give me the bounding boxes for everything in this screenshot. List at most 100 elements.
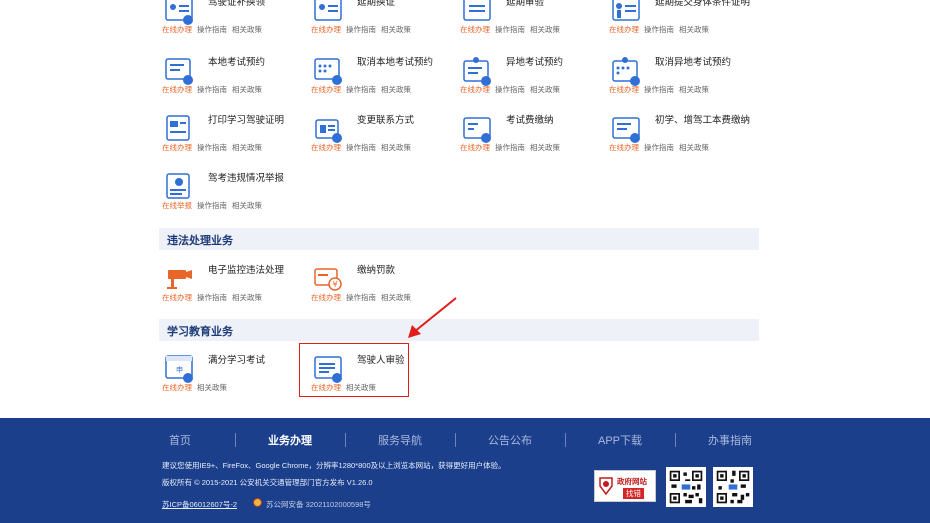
- service-item-report[interactable]: 驾考违规情况举报 在线举报 操作指南 相关政策: [162, 168, 312, 218]
- policy-link[interactable]: 相关政策: [530, 85, 560, 94]
- policy-link[interactable]: 相关政策: [530, 25, 560, 34]
- section-title: 学习教育业务: [167, 326, 233, 338]
- service-name: 电子监控违法处理: [208, 265, 285, 276]
- policy-link[interactable]: 相关政策: [232, 25, 262, 34]
- policy-link[interactable]: 相关政策: [232, 293, 262, 302]
- online-handle-link[interactable]: 在线办理: [311, 85, 341, 94]
- online-handle-link[interactable]: 在线办理: [460, 25, 490, 34]
- online-handle-link[interactable]: 在线办理: [311, 293, 341, 302]
- service-item-local-exam[interactable]: 本地考试预约 在线办理 操作指南 相关政策: [162, 52, 312, 102]
- policy-link[interactable]: 相关政策: [679, 25, 709, 34]
- service-name: 本地考试预约: [208, 57, 266, 68]
- service-name: 驾驶证补换领: [208, 0, 266, 8]
- online-handle-link[interactable]: 在线办理: [609, 143, 639, 152]
- guide-link[interactable]: 操作指南: [197, 25, 227, 34]
- guide-link[interactable]: 操作指南: [197, 201, 227, 210]
- cost-fee-icon: [612, 117, 640, 143]
- browser-notice: 建议您使用IE9+、FireFox、Google Chrome，分辨率1280*…: [162, 461, 506, 470]
- svg-text:申: 申: [176, 365, 183, 374]
- service-item-cancel-local[interactable]: 取消本地考试预约 在线办理 操作指南 相关政策: [311, 52, 461, 102]
- service-name: 考试费缴纳: [506, 115, 554, 126]
- footer-nav-app-download[interactable]: APP下载: [565, 432, 675, 448]
- policy-link[interactable]: 相关政策: [530, 143, 560, 152]
- guide-link[interactable]: 操作指南: [495, 143, 525, 152]
- policy-link[interactable]: 相关政策: [381, 85, 411, 94]
- online-handle-link[interactable]: 在线办理: [609, 85, 639, 94]
- service-content: 驾驶证补换领 在线办理 操作指南 相关政策 延期换证 在线办理 操作指南 相关政策 延期…: [0, 0, 930, 418]
- guide-link[interactable]: 操作指南: [197, 143, 227, 152]
- policy-link[interactable]: 相关政策: [679, 85, 709, 94]
- footer-nav-guide[interactable]: 办事指南: [675, 432, 785, 448]
- online-handle-link[interactable]: 在线办理: [311, 143, 341, 152]
- service-item-review-delay[interactable]: 延期审验 在线办理 操作指南 相关政策: [460, 0, 610, 42]
- gov-badge-action: 找错: [623, 488, 644, 499]
- service-item-renew[interactable]: 延期换证 在线办理 操作指南 相关政策: [311, 0, 461, 42]
- driver-license-icon: [165, 0, 193, 25]
- service-item-contact-change[interactable]: 变更联系方式 在线办理 操作指南 相关政策: [311, 110, 461, 160]
- icp-link[interactable]: 苏ICP备06012607号-2: [162, 499, 237, 510]
- guide-link[interactable]: 操作指南: [644, 85, 674, 94]
- footer-nav-announcement[interactable]: 公告公布: [455, 432, 565, 448]
- guide-link[interactable]: 操作指南: [346, 143, 376, 152]
- service-item-cost-fee[interactable]: 初学、增驾工本费缴纳 在线办理 操作指南 相关政策: [609, 110, 759, 160]
- exam-booking-icon: [165, 58, 193, 85]
- guide-link[interactable]: 操作指南: [197, 85, 227, 94]
- online-handle-link[interactable]: 在线办理: [162, 293, 192, 302]
- policy-link[interactable]: 相关政策: [381, 25, 411, 34]
- exam-fee-icon: [463, 117, 491, 143]
- remote-exam-icon: [463, 57, 491, 86]
- guide-link[interactable]: 操作指南: [495, 85, 525, 94]
- policy-link[interactable]: 相关政策: [679, 143, 709, 152]
- footer-nav-business[interactable]: 业务办理: [235, 432, 345, 448]
- policy-link[interactable]: 相关政策: [197, 383, 227, 392]
- online-handle-link[interactable]: 在线办理: [162, 143, 192, 152]
- service-name: 驾考违规情况举报: [208, 173, 285, 184]
- gov-site-error-badge[interactable]: 政府网站 找错: [594, 470, 656, 502]
- policy-link[interactable]: 相关政策: [232, 143, 262, 152]
- policy-link[interactable]: 相关政策: [232, 85, 262, 94]
- guide-link[interactable]: 操作指南: [644, 143, 674, 152]
- report-icon: [166, 173, 190, 199]
- online-handle-link[interactable]: 在线办理: [162, 25, 192, 34]
- contact-change-icon: [315, 119, 342, 143]
- full-score-study-icon: 申: [165, 355, 193, 383]
- service-name: 打印学习驾驶证明: [208, 115, 285, 126]
- service-item-full-score-study[interactable]: 申 满分学习考试 在线办理 相关政策: [162, 350, 312, 400]
- cancel-booking-icon: [314, 58, 342, 85]
- online-handle-link[interactable]: 在线办理: [162, 383, 192, 392]
- service-item-print-cert[interactable]: 打印学习驾驶证明 在线办理 操作指南 相关政策: [162, 110, 312, 160]
- annotation-arrow-icon: [408, 297, 457, 338]
- camera-icon: [167, 270, 192, 289]
- service-name: 延期提交身体条件证明: [655, 0, 751, 8]
- service-item-license-replace[interactable]: 驾驶证补换领 在线办理 操作指南 相关政策: [162, 0, 312, 42]
- service-item-camera-violation[interactable]: 电子监控违法处理 在线办理 操作指南 相关政策: [162, 260, 312, 310]
- guide-link[interactable]: 操作指南: [495, 25, 525, 34]
- policy-link[interactable]: 相关政策: [232, 201, 262, 210]
- online-handle-link[interactable]: 在线办理: [460, 143, 490, 152]
- service-item-remote-exam[interactable]: 异地考试预约 在线办理 操作指南 相关政策: [460, 52, 610, 102]
- guide-link[interactable]: 操作指南: [346, 25, 376, 34]
- online-report-link[interactable]: 在线举报: [162, 201, 192, 210]
- license-renew-icon: [314, 0, 342, 21]
- online-handle-link[interactable]: 在线办理: [460, 85, 490, 94]
- service-item-health-cert[interactable]: 延期提交身体条件证明 在线办理 操作指南 相关政策: [609, 0, 759, 42]
- cancel-remote-icon: [612, 57, 640, 86]
- service-name: 取消异地考试预约: [655, 57, 732, 68]
- service-item-exam-fee[interactable]: 考试费缴纳 在线办理 操作指南 相关政策: [460, 110, 610, 160]
- guide-link[interactable]: 操作指南: [346, 293, 376, 302]
- guide-link[interactable]: 操作指南: [197, 293, 227, 302]
- online-handle-link[interactable]: 在线办理: [162, 85, 192, 94]
- online-handle-link[interactable]: 在线办理: [311, 25, 341, 34]
- guide-link[interactable]: 操作指南: [644, 25, 674, 34]
- police-badge-icon: [253, 498, 262, 507]
- online-handle-link[interactable]: 在线办理: [609, 25, 639, 34]
- footer-nav-home[interactable]: 首页: [125, 432, 235, 448]
- guide-link[interactable]: 操作指南: [346, 85, 376, 94]
- footer-nav-service-guide[interactable]: 服务导航: [345, 432, 455, 448]
- service-item-cancel-remote[interactable]: 取消异地考试预约 在线办理 操作指南 相关政策: [609, 52, 759, 102]
- policy-link[interactable]: 相关政策: [381, 143, 411, 152]
- gov-badge-title: 政府网站: [617, 477, 647, 486]
- footer-nav: 首页 业务办理 服务导航 公告公布 APP下载 办事指南: [125, 432, 805, 448]
- police-record-link[interactable]: 苏公网安备 32021102000598号: [266, 499, 371, 510]
- service-name: 缴纳罚款: [357, 265, 396, 276]
